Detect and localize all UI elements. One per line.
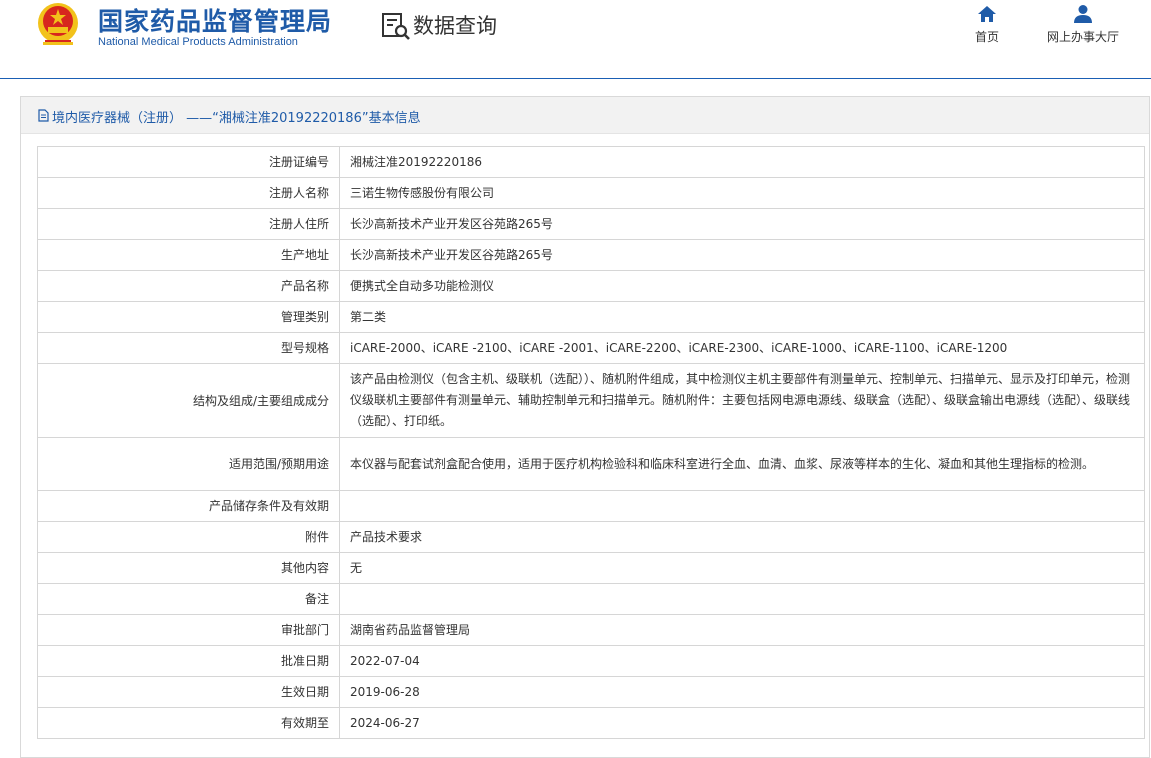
site-header: 国家药品监督管理局 National Medical Products Admi… (0, 0, 1151, 80)
row-label: 审批部门 (37, 614, 340, 646)
table-row: 结构及组成/主要组成成分 该产品由检测仪（包含主机、级联机（选配））、随机附件组成… (37, 363, 1145, 438)
table-row: 其他内容无 (37, 552, 1145, 584)
site-title-en[interactable]: National Medical Products Administration (98, 36, 298, 48)
row-value: 该产品由检测仪（包含主机、级联机（选配））、随机附件组成，其中检测仪主机主要部件… (339, 363, 1145, 438)
row-value: iCARE-2000、iCARE -2100、iCARE -2001、iCARE… (339, 332, 1145, 364)
panel-title: 境内医疗器械（注册） ——“湘械注准20192220186”基本信息 (52, 111, 421, 126)
table-row: 型号规格 iCARE-2000、iCARE -2100、iCARE -2001、i… (37, 332, 1145, 364)
row-label: 备注 (37, 583, 340, 615)
national-emblem-icon (38, 3, 78, 45)
table-row: 产品储存条件及有效期 (37, 490, 1145, 522)
table-row: 管理类别 第二类 (37, 301, 1145, 333)
table-row: 备注 (37, 583, 1145, 615)
row-value: 2019-06-28 (339, 676, 1145, 708)
row-value: 第二类 (339, 301, 1145, 333)
table-row: 审批部门 湖南省药品监督管理局 (37, 614, 1145, 646)
table-row: 生效日期 2019-06-28 (37, 676, 1145, 708)
table-row: 生产地址 长沙高新技术产业开发区谷苑路265号 (37, 239, 1145, 271)
table-row: 注册人住所 长沙高新技术产业开发区谷苑路265号 (37, 208, 1145, 240)
row-value: 2024-06-27 (339, 707, 1145, 739)
nav-home-label: 首页 (974, 30, 999, 44)
row-value: 产品技术要求 (339, 521, 1145, 553)
row-label: 结构及组成/主要组成成分 (37, 363, 340, 438)
row-value: 便携式全自动多功能检测仪 (339, 270, 1145, 302)
table-row: 批准日期 2022-07-04 (37, 645, 1145, 677)
table-row: 有效期至 2024-06-27 (37, 707, 1145, 739)
panel-header: 境内医疗器械（注册） ——“湘械注准20192220186”基本信息 (21, 97, 1149, 134)
header-divider (0, 78, 1151, 79)
home-icon (978, 6, 996, 22)
row-label: 生效日期 (37, 676, 340, 708)
info-panel: 境内医疗器械（注册） ——“湘械注准20192220186”基本信息 注册证编号… (20, 96, 1150, 758)
row-value: 三诺生物传感股份有限公司 (339, 177, 1145, 209)
row-label: 适用范围/预期用途 (37, 437, 340, 491)
row-label: 注册人名称 (37, 177, 340, 209)
row-label: 注册人住所 (37, 208, 340, 240)
row-value: 湖南省药品监督管理局 (339, 614, 1145, 646)
row-label: 生产地址 (37, 239, 340, 271)
row-value (339, 583, 1145, 615)
row-value: 无 (339, 552, 1145, 584)
nav-online-hall[interactable]: 网上办事大厅 (1038, 4, 1128, 45)
row-label: 型号规格 (37, 332, 340, 364)
row-value: 本仪器与配套试剂盒配合使用，适用于医疗机构检验科和临床科室进行全血、血清、血浆、… (339, 437, 1145, 491)
table-row: 注册证编号 湘械注准20192220186 (37, 146, 1145, 178)
row-label: 注册证编号 (37, 146, 340, 178)
row-label: 有效期至 (37, 707, 340, 739)
table-row: 适用范围/预期用途 本仪器与配套试剂盒配合使用，适用于医疗机构检验科和临床科室进行… (37, 437, 1145, 491)
row-value: 长沙高新技术产业开发区谷苑路265号 (339, 239, 1145, 271)
row-label: 产品名称 (37, 270, 340, 302)
row-value: 湘械注准20192220186 (339, 146, 1145, 178)
user-icon (1074, 5, 1092, 23)
info-table: 注册证编号 湘械注准20192220186 注册人名称 三诺生物传感股份有限公司 注… (37, 146, 1145, 739)
nav-online-hall-label: 网上办事大厅 (1046, 30, 1119, 44)
row-value (339, 490, 1145, 522)
nav-home[interactable]: 首页 (967, 4, 1007, 45)
site-title-cn[interactable]: 国家药品监督管理局 (98, 2, 332, 38)
document-icon (38, 109, 49, 122)
row-value: 长沙高新技术产业开发区谷苑路265号 (339, 208, 1145, 240)
row-value: 2022-07-04 (339, 645, 1145, 677)
data-query-icon (382, 13, 410, 40)
row-label: 产品储存条件及有效期 (37, 490, 340, 522)
data-query-label[interactable]: 数据查询 (413, 10, 497, 40)
table-row: 注册人名称 三诺生物传感股份有限公司 (37, 177, 1145, 209)
table-row: 附件 产品技术要求 (37, 521, 1145, 553)
table-row: 产品名称 便携式全自动多功能检测仪 (37, 270, 1145, 302)
row-label: 其他内容 (37, 552, 340, 584)
row-label: 附件 (37, 521, 340, 553)
row-label: 管理类别 (37, 301, 340, 333)
row-label: 批准日期 (37, 645, 340, 677)
